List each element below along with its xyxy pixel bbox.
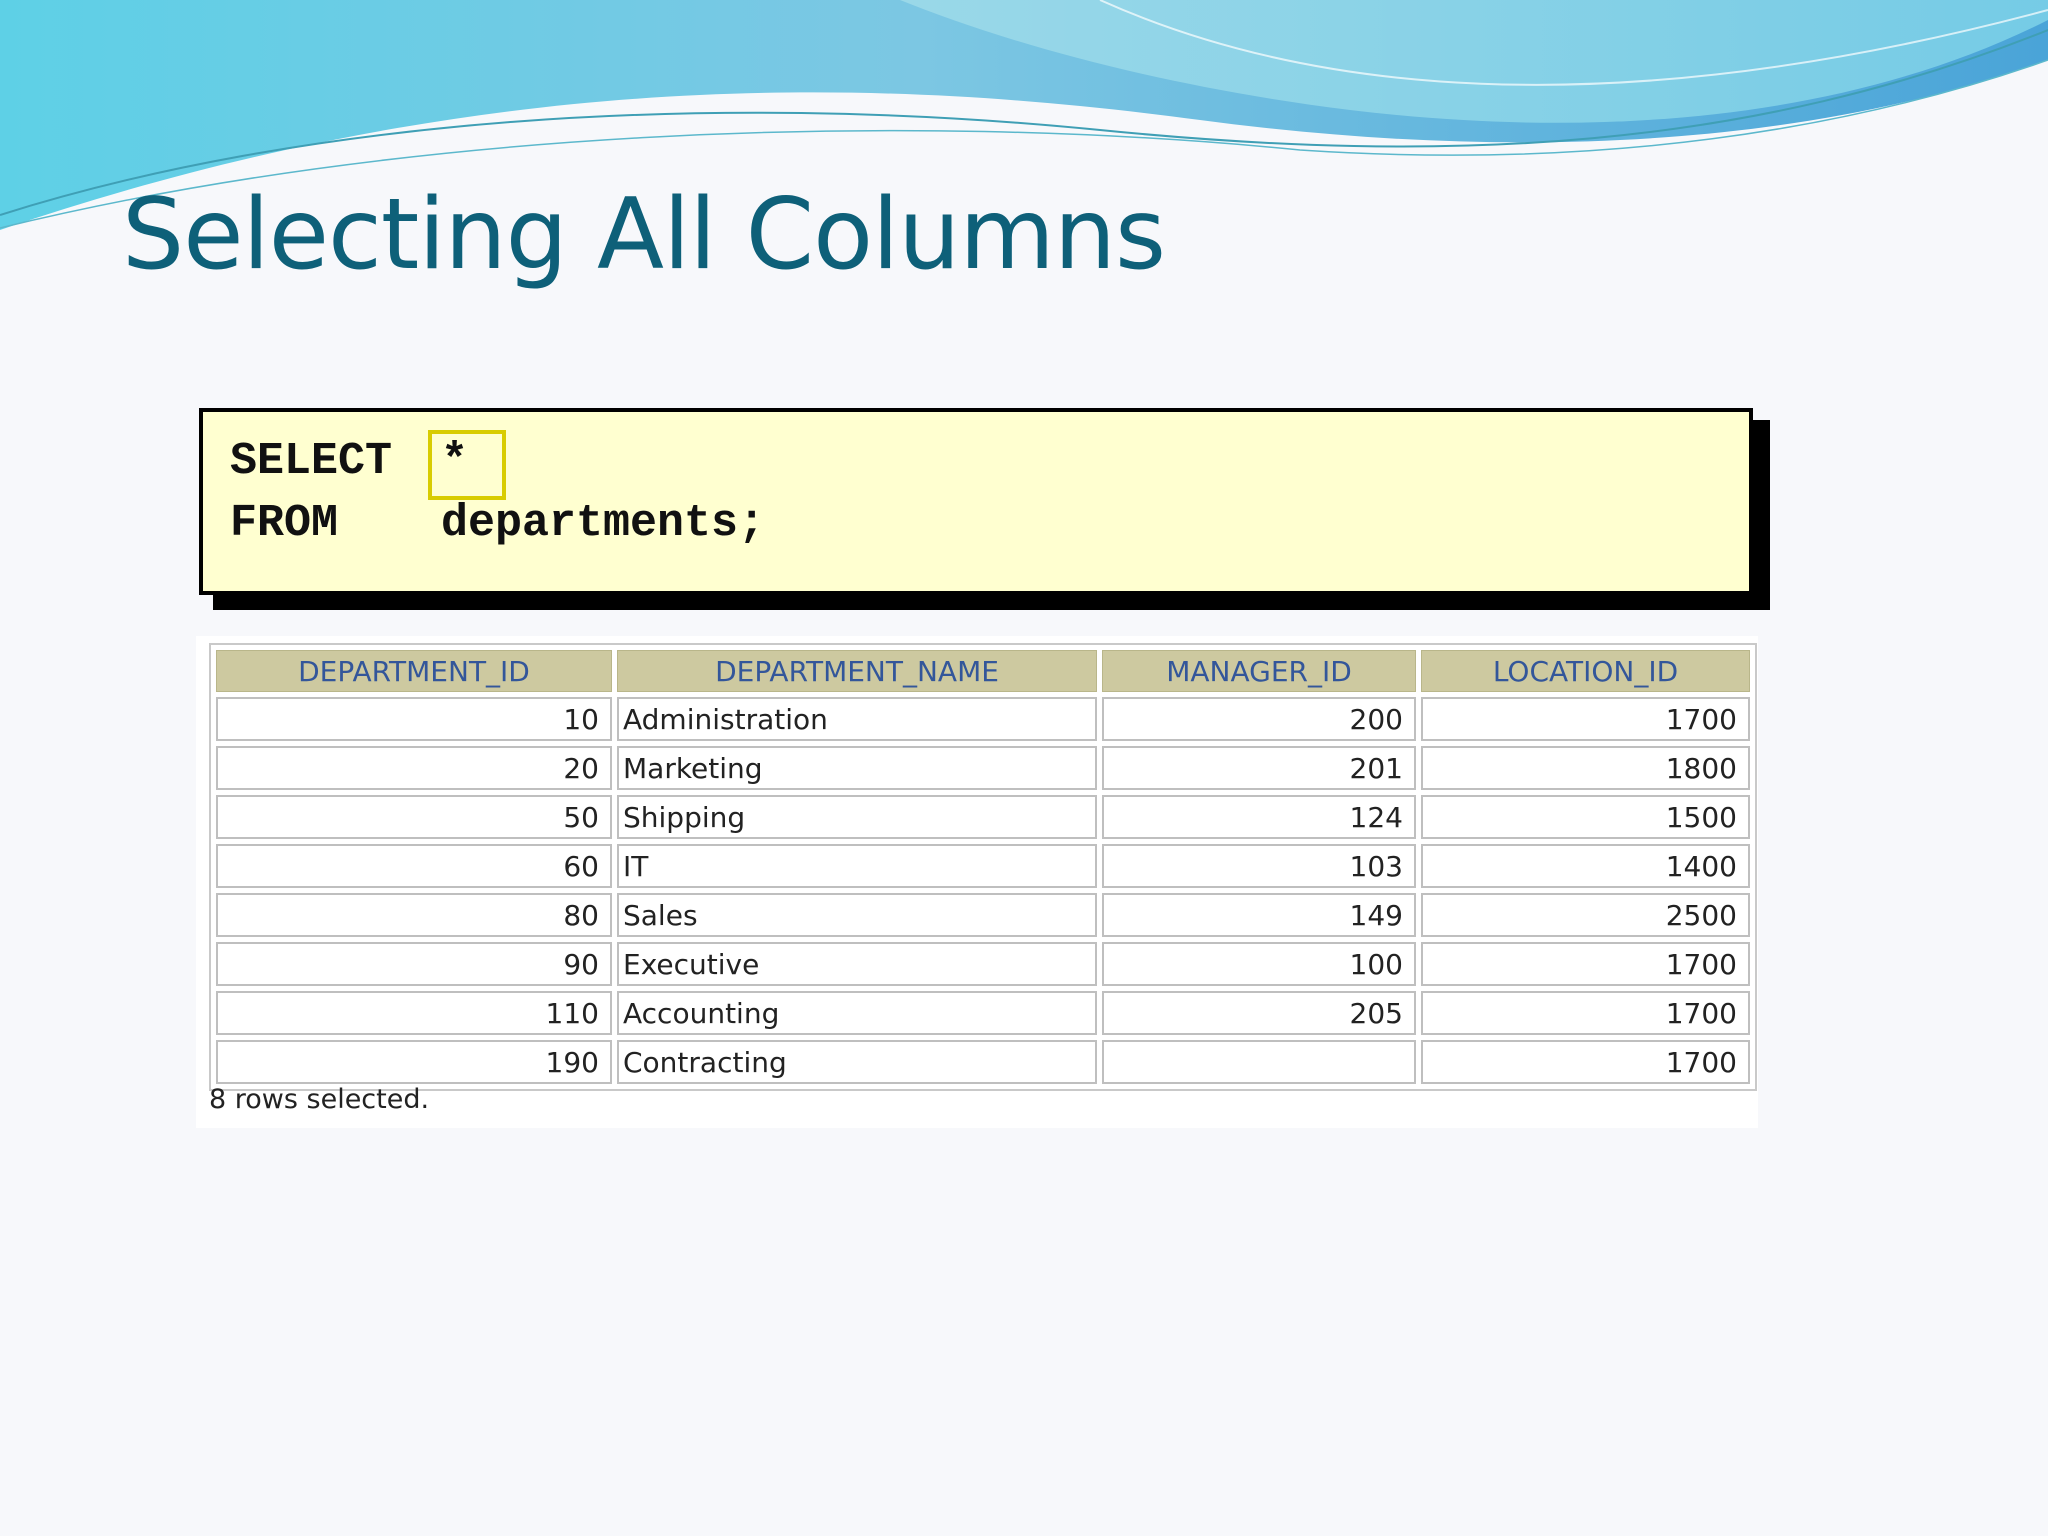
cell-location-id: 1700 — [1421, 1040, 1750, 1084]
cell-department-name: Shipping — [617, 795, 1097, 839]
sql-keyword-from: FROM — [230, 498, 339, 549]
cell-department-name: Executive — [617, 942, 1097, 986]
column-header: DEPARTMENT_NAME — [617, 650, 1097, 692]
table-header-row: DEPARTMENT_ID DEPARTMENT_NAME MANAGER_ID… — [216, 650, 1750, 692]
cell-department-name: Marketing — [617, 746, 1097, 790]
cell-location-id: 2500 — [1421, 893, 1750, 937]
column-header: LOCATION_ID — [1421, 650, 1750, 692]
table-row: 60 IT 103 1400 — [216, 844, 1750, 888]
table-row: 20 Marketing 201 1800 — [216, 746, 1750, 790]
table-row: 80 Sales 149 2500 — [216, 893, 1750, 937]
cell-location-id: 1700 — [1421, 991, 1750, 1035]
cell-department-name: Administration — [617, 697, 1097, 741]
sql-table-name: departments; — [441, 498, 766, 549]
cell-manager-id: 149 — [1102, 893, 1416, 937]
table-row: 110 Accounting 205 1700 — [216, 991, 1750, 1035]
cell-department-name: Accounting — [617, 991, 1097, 1035]
cell-department-id: 10 — [216, 697, 612, 741]
cell-manager-id: 201 — [1102, 746, 1416, 790]
table-row: 50 Shipping 124 1500 — [216, 795, 1750, 839]
cell-department-id: 50 — [216, 795, 612, 839]
cell-department-id: 60 — [216, 844, 612, 888]
asterisk-highlight-box — [428, 430, 506, 500]
cell-department-name: IT — [617, 844, 1097, 888]
cell-location-id: 1700 — [1421, 697, 1750, 741]
results-table: DEPARTMENT_ID DEPARTMENT_NAME MANAGER_ID… — [209, 643, 1757, 1091]
cell-department-name: Sales — [617, 893, 1097, 937]
code-line-select: SELECT * — [230, 436, 468, 488]
cell-department-id: 110 — [216, 991, 612, 1035]
cell-department-id: 90 — [216, 942, 612, 986]
cell-manager-id: 100 — [1102, 942, 1416, 986]
column-header: DEPARTMENT_ID — [216, 650, 612, 692]
cell-location-id: 1500 — [1421, 795, 1750, 839]
cell-department-id: 80 — [216, 893, 612, 937]
cell-manager-id — [1102, 1040, 1416, 1084]
cell-location-id: 1400 — [1421, 844, 1750, 888]
sql-keyword-select: SELECT — [230, 436, 393, 487]
cell-department-id: 190 — [216, 1040, 612, 1084]
table-row: 10 Administration 200 1700 — [216, 697, 1750, 741]
cell-manager-id: 124 — [1102, 795, 1416, 839]
sql-code-box: SELECT * FROM departments; — [199, 408, 1753, 595]
column-header: MANAGER_ID — [1102, 650, 1416, 692]
cell-department-id: 20 — [216, 746, 612, 790]
cell-location-id: 1700 — [1421, 942, 1750, 986]
code-line-from: FROM departments; — [230, 498, 765, 550]
cell-manager-id: 200 — [1102, 697, 1416, 741]
table-row: 190 Contracting 1700 — [216, 1040, 1750, 1084]
cell-manager-id: 205 — [1102, 991, 1416, 1035]
cell-manager-id: 103 — [1102, 844, 1416, 888]
cell-department-name: Contracting — [617, 1040, 1097, 1084]
cell-location-id: 1800 — [1421, 746, 1750, 790]
slide-title: Selecting All Columns — [122, 178, 1166, 292]
table-row: 90 Executive 100 1700 — [216, 942, 1750, 986]
rows-selected-footer: 8 rows selected. — [209, 1084, 430, 1115]
